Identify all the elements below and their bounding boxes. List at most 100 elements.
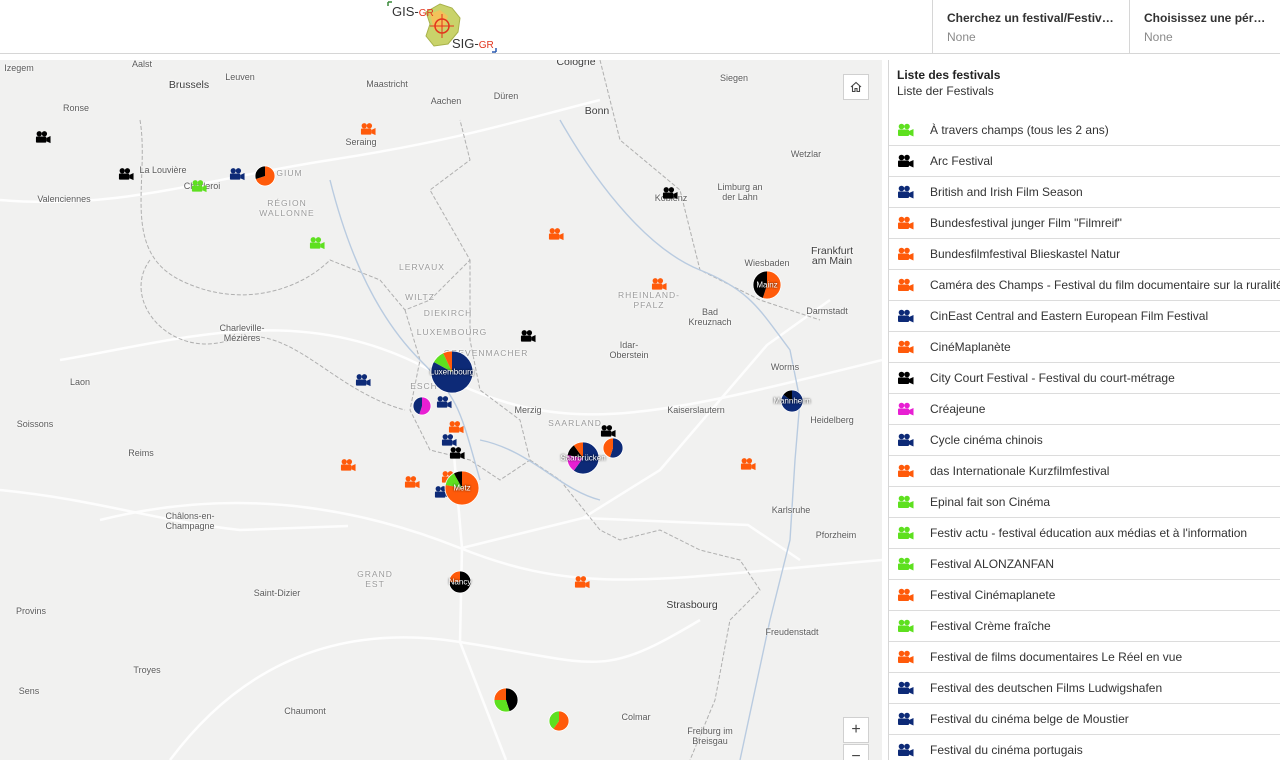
festival-list-item[interactable]: CinEast Central and Eastern European Fil… — [889, 301, 1280, 332]
festival-list-item[interactable]: Festival du cinéma belge de Moustier — [889, 704, 1280, 735]
festival-cluster-pie[interactable] — [602, 437, 624, 459]
map-place-label: Provins — [15, 606, 47, 616]
cluster-label: Metz — [453, 483, 471, 493]
festival-list-item[interactable]: Caméra des Champs - Festival du film doc… — [889, 270, 1280, 301]
festival-list-item[interactable]: Cycle cinéma chinois — [889, 425, 1280, 456]
cluster-label: Luxembourg — [429, 367, 475, 377]
festival-marker-camera-icon[interactable] — [740, 457, 756, 473]
festival-list-item[interactable]: Epinal fait son Cinéma — [889, 487, 1280, 518]
map-place-label: Wiesbaden — [744, 258, 790, 268]
map-place-label: Worms — [770, 362, 800, 372]
map-region-label: GRAND EST — [357, 569, 393, 589]
festival-list-panel: Liste des festivals Liste der Festivals … — [888, 60, 1280, 760]
festival-cluster-pie[interactable]: Luxembourg — [430, 350, 474, 394]
festival-list-item[interactable]: Festiv actu - festival éducation aux méd… — [889, 518, 1280, 549]
festival-name: Festiv actu - festival éducation aux méd… — [930, 526, 1248, 540]
festival-list-item[interactable]: City Court Festival - Festival du court-… — [889, 363, 1280, 394]
festival-cluster-pie[interactable] — [493, 687, 519, 713]
festival-list-item[interactable]: das Internationale Kurzfilmfestival — [889, 456, 1280, 487]
festival-cluster-pie[interactable]: Nancy — [448, 570, 472, 594]
festival-marker-camera-icon[interactable] — [662, 186, 678, 202]
festival-name: Festival du cinéma belge de Moustier — [930, 712, 1129, 726]
festival-marker-camera-icon[interactable] — [340, 458, 356, 474]
festival-marker-camera-icon[interactable] — [118, 167, 134, 183]
festival-cluster-pie[interactable]: Metz — [444, 470, 480, 506]
festival-list-item[interactable]: Bundesfilmfestival Blieskastel Natur — [889, 239, 1280, 270]
festival-filter-label: Cherchez un festival/Festival s... — [947, 11, 1117, 25]
festival-name: À travers champs (tous les 2 ans) — [930, 123, 1109, 137]
festival-marker-camera-icon[interactable] — [404, 475, 420, 491]
festival-list-item[interactable]: Arc Festival — [889, 146, 1280, 177]
festival-map[interactable]: Izegem Aalst Brussels Leuven Maastricht Colog… — [0, 60, 882, 760]
festival-list-item[interactable]: Festival Crème fraîche — [889, 611, 1280, 642]
festival-marker-camera-icon[interactable] — [574, 575, 590, 591]
map-place-label: Ronse — [62, 103, 90, 113]
map-place-label: Charleville- Mézières — [219, 323, 265, 343]
festival-marker-camera-icon[interactable] — [651, 277, 667, 293]
festival-list-item[interactable]: À travers champs (tous les 2 ans) — [889, 115, 1280, 146]
festival-list-item[interactable]: Bundesfestival junger Film "Filmreif" — [889, 208, 1280, 239]
map-place-label: Karlsruhe — [771, 505, 811, 515]
map-place-label: La Louvière — [139, 165, 187, 175]
map-place-label: Seraing — [345, 137, 377, 147]
zoom-in-button[interactable]: + — [843, 717, 869, 743]
festival-list-item[interactable]: Festival Cinémaplanete — [889, 580, 1280, 611]
map-place-label: Pforzheim — [815, 530, 857, 540]
festival-cluster-pie[interactable]: Saarbrücken — [560, 441, 606, 475]
map-region-label: LUXEMBOURG — [416, 327, 488, 337]
movie-camera-icon — [897, 464, 914, 478]
movie-camera-icon — [897, 278, 914, 292]
festival-marker-camera-icon[interactable] — [449, 446, 465, 462]
home-button[interactable] — [843, 74, 869, 100]
map-region-label: RHEINLAND- PFALZ — [618, 290, 680, 310]
festival-filter-dropdown[interactable]: Cherchez un festival/Festival s... None — [932, 0, 1129, 54]
festival-cluster-pie[interactable] — [548, 710, 570, 732]
festival-marker-camera-icon[interactable] — [355, 373, 371, 389]
festival-list-item[interactable]: Créajeune — [889, 394, 1280, 425]
festival-marker-camera-icon[interactable] — [229, 167, 245, 183]
festival-cluster-pie[interactable]: Mainz — [752, 270, 782, 300]
festival-marker-camera-icon[interactable] — [309, 236, 325, 252]
map-place-label: Châlons-en- Champagne — [165, 511, 215, 531]
map-place-label: Aachen — [430, 96, 462, 106]
map-place-label: Colmar — [621, 712, 651, 722]
festival-marker-camera-icon[interactable] — [436, 395, 452, 411]
festival-list-item[interactable]: CinéMaplanète — [889, 332, 1280, 363]
map-place-label: Limburg an der Lahn — [717, 182, 763, 202]
period-filter-dropdown[interactable]: Choisissez une période/Ze None — [1129, 0, 1280, 54]
festival-name: City Court Festival - Festival du court-… — [930, 371, 1175, 385]
festival-cluster-pie[interactable]: Mannheim — [773, 389, 811, 413]
map-place-label: Brussels — [168, 79, 210, 91]
festival-marker-camera-icon[interactable] — [520, 329, 536, 345]
festival-list-item[interactable]: Festival des deutschen Films Ludwigshafe… — [889, 673, 1280, 704]
festival-marker-camera-icon[interactable] — [191, 179, 207, 195]
festival-name: Festival de films documentaires Le Réel … — [930, 650, 1183, 664]
map-place-label: Leuven — [225, 72, 255, 82]
movie-camera-icon — [897, 309, 914, 323]
map-place-label: Wetzlar — [790, 149, 822, 159]
movie-camera-icon — [897, 371, 914, 385]
logo-gis-text: GIS-GR — [392, 4, 434, 19]
map-region-label: DIEKIRCH — [423, 308, 473, 318]
festival-filter-value: None — [947, 30, 976, 44]
home-icon — [850, 81, 862, 93]
map-place-label: Aalst — [131, 60, 153, 69]
festival-list-item[interactable]: Festival du cinéma portugais — [889, 735, 1280, 760]
festival-name: CinéMaplanète — [930, 340, 1011, 354]
zoom-out-button[interactable]: − — [843, 744, 869, 760]
movie-camera-icon — [897, 743, 914, 757]
gis-gr-logo[interactable]: GIS-GR SIG-GR — [386, 0, 502, 54]
festival-marker-camera-icon[interactable] — [360, 122, 376, 138]
festival-list-item[interactable]: British and Irish Film Season — [889, 177, 1280, 208]
festival-cluster-pie[interactable] — [254, 165, 276, 187]
festival-list-item[interactable]: Festival ALONZANFAN — [889, 549, 1280, 580]
festival-name: Arc Festival — [930, 154, 993, 168]
movie-camera-icon — [897, 557, 914, 571]
logo-sig-text: SIG-GR — [452, 36, 494, 51]
festival-marker-camera-icon[interactable] — [548, 227, 564, 243]
festival-marker-camera-icon[interactable] — [35, 130, 51, 146]
festival-list-item[interactable]: Festival de films documentaires Le Réel … — [889, 642, 1280, 673]
movie-camera-icon — [897, 650, 914, 664]
map-place-label: Darmstadt — [806, 306, 848, 316]
festival-cluster-pie[interactable] — [412, 396, 432, 416]
